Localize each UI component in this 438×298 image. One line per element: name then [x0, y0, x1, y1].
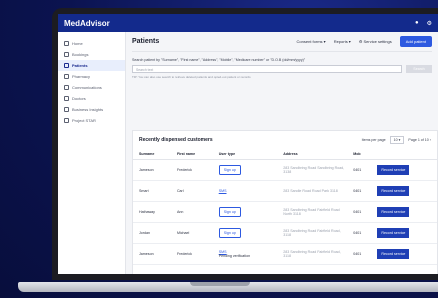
cell-user-type: SMS: [212, 180, 278, 202]
sidebar-item-label: Doctors: [72, 96, 86, 101]
col-header-surname: Surname: [133, 149, 171, 160]
cell-action: Record service: [371, 201, 437, 223]
search-label: Search patient by "Surname", "First name…: [132, 58, 306, 62]
sidebar-item-label: Home: [72, 41, 83, 46]
cell-address: 283 Sandbring Road Fairfield Road, 3118: [277, 222, 348, 244]
pending-status: Pending verification: [218, 253, 251, 258]
cell-surname: Jameson: [133, 159, 171, 181]
per-page-label: Items per page: [361, 138, 386, 142]
cell-address: 283 Sandbring Road Sandbring Road, 3138: [277, 159, 348, 181]
chart-icon: [64, 107, 69, 112]
service-settings-link[interactable]: ⚙ Service settings: [359, 39, 392, 44]
cell-address: 283 Sandle Road Road Park 3118: [277, 180, 348, 202]
pagination[interactable]: Page 1 of 10 ›: [408, 138, 431, 142]
customers-table: Surname First name User type Address Mob…: [133, 149, 437, 265]
cell-mobile: 0401: [347, 243, 372, 265]
cell-first-name: Frederick: [170, 159, 213, 181]
record-service-button[interactable]: Record service: [377, 227, 410, 238]
table-row: Jordan Michael Sign up 283 Sandbring Road F…: [133, 222, 437, 244]
table-row: Jameson Frederick SMS Pending verification 2…: [133, 243, 437, 265]
col-header-mobile: Mob: [347, 149, 372, 160]
per-page-select[interactable]: 10 ▾: [389, 136, 405, 144]
top-bar: MedAdvisor ● ⚙: [58, 14, 438, 32]
cell-address: 283 Sandbring Road Fairfield Road, 3118: [277, 243, 348, 265]
doctor-icon: [64, 96, 69, 101]
laptop-screen: MedAdvisor ● ⚙ Home Bookings Patients Pharm…: [58, 14, 438, 274]
cell-action: Record service: [371, 180, 437, 202]
col-header-user-type: User type: [212, 149, 278, 160]
recent-customers-card: Recently dispensed customers Items per p…: [132, 130, 438, 274]
sidebar-item-patients[interactable]: Patients: [58, 60, 125, 71]
sidebar-item-project-star[interactable]: Project STAR: [58, 115, 125, 126]
cell-mobile: 0401: [347, 201, 372, 223]
sidebar-item-label: Pharmacy: [72, 74, 91, 79]
people-icon: [64, 63, 69, 68]
cell-surname: Hathaway: [133, 201, 171, 223]
col-header-first-name: First name: [170, 149, 213, 160]
record-service-button[interactable]: Record service: [377, 185, 410, 196]
page-title: Patients: [132, 38, 160, 45]
sidebar-item-communications[interactable]: Communications: [58, 82, 125, 93]
cell-action: Record service: [371, 222, 437, 244]
consent-forms-menu[interactable]: Consent forms ▾: [297, 39, 326, 44]
sidebar-item-label: Patients: [72, 63, 88, 68]
sidebar-item-label: Business Insights: [72, 107, 104, 112]
main-content: Patients Consent forms ▾ Reports ▾ ⚙ Ser…: [126, 32, 438, 274]
cell-first-name: Ann: [170, 201, 213, 223]
sidebar-item-business-insights[interactable]: Business Insights: [58, 104, 125, 115]
cell-surname: Smart: [133, 180, 171, 202]
cell-address: 283 Sandbring Road Fairfield Road North …: [277, 201, 348, 223]
col-header-action: [371, 149, 437, 160]
cell-user-type: Sign up: [212, 201, 278, 223]
sign-up-button[interactable]: Sign up: [218, 227, 241, 238]
bell-icon[interactable]: ●: [415, 20, 419, 27]
cell-action: Record service: [371, 243, 437, 265]
cell-mobile: 0401: [347, 159, 372, 181]
calendar-icon: [64, 52, 69, 57]
home-icon: [64, 41, 69, 46]
brand-logo: MedAdvisor: [64, 18, 110, 28]
laptop-notch: [190, 282, 250, 286]
sign-up-button[interactable]: Sign up: [218, 206, 241, 217]
record-service-button[interactable]: Record service: [377, 206, 410, 217]
cell-user-type: Sign up: [212, 222, 278, 244]
table-row: Hathaway Ann Sign up 283 Sandbring Road Fai…: [133, 201, 437, 223]
table-row: Jameson Frederick Sign up 283 Sandbring Roa…: [133, 159, 437, 181]
gear-icon[interactable]: ⚙: [427, 20, 432, 27]
page-header: Patients Consent forms ▾ Reports ▾ ⚙ Ser…: [132, 32, 432, 52]
search-hint: TIP: You can also use search to retrieve…: [132, 75, 251, 79]
pharmacy-icon: [64, 74, 69, 79]
search-button[interactable]: Search: [406, 65, 432, 73]
cell-surname: Jordan: [133, 222, 171, 244]
sidebar: Home Bookings Patients Pharmacy Communicatio…: [58, 32, 126, 274]
sidebar-item-label: Project STAR: [72, 118, 96, 123]
record-service-button[interactable]: Record service: [377, 164, 410, 175]
cell-surname: Jameson: [133, 243, 171, 265]
sidebar-item-label: Bookings: [72, 52, 89, 57]
star-icon: [64, 118, 69, 123]
cell-first-name: Carl: [170, 180, 213, 202]
sidebar-item-doctors[interactable]: Doctors: [58, 93, 125, 104]
sign-up-button[interactable]: Sign up: [218, 164, 241, 175]
cell-mobile: 0401: [347, 222, 372, 244]
add-patient-button[interactable]: Add patient: [399, 36, 432, 47]
sidebar-item-pharmacy[interactable]: Pharmacy: [58, 71, 125, 82]
cell-user-type: Sign up: [212, 159, 278, 181]
cell-mobile: 0401: [347, 180, 372, 202]
reports-menu[interactable]: Reports ▾: [334, 39, 351, 44]
record-service-button[interactable]: Record service: [377, 248, 410, 259]
cell-first-name: Michael: [170, 222, 213, 244]
cell-first-name: Frederick: [170, 243, 213, 265]
search-input[interactable]: Search text: [132, 65, 402, 73]
cell-user-type: SMS Pending verification: [212, 243, 278, 265]
sms-link[interactable]: SMS: [219, 189, 227, 193]
sidebar-item-home[interactable]: Home: [58, 38, 125, 49]
col-header-address: Address: [277, 149, 348, 160]
card-title: Recently dispensed customers: [139, 137, 213, 143]
cell-action: Record service: [371, 159, 437, 181]
sidebar-item-label: Communications: [72, 85, 102, 90]
sidebar-item-bookings[interactable]: Bookings: [58, 49, 125, 60]
table-row: Smart Carl SMS 283 Sandle Road Road Park 31…: [133, 180, 437, 202]
chat-icon: [64, 85, 69, 90]
